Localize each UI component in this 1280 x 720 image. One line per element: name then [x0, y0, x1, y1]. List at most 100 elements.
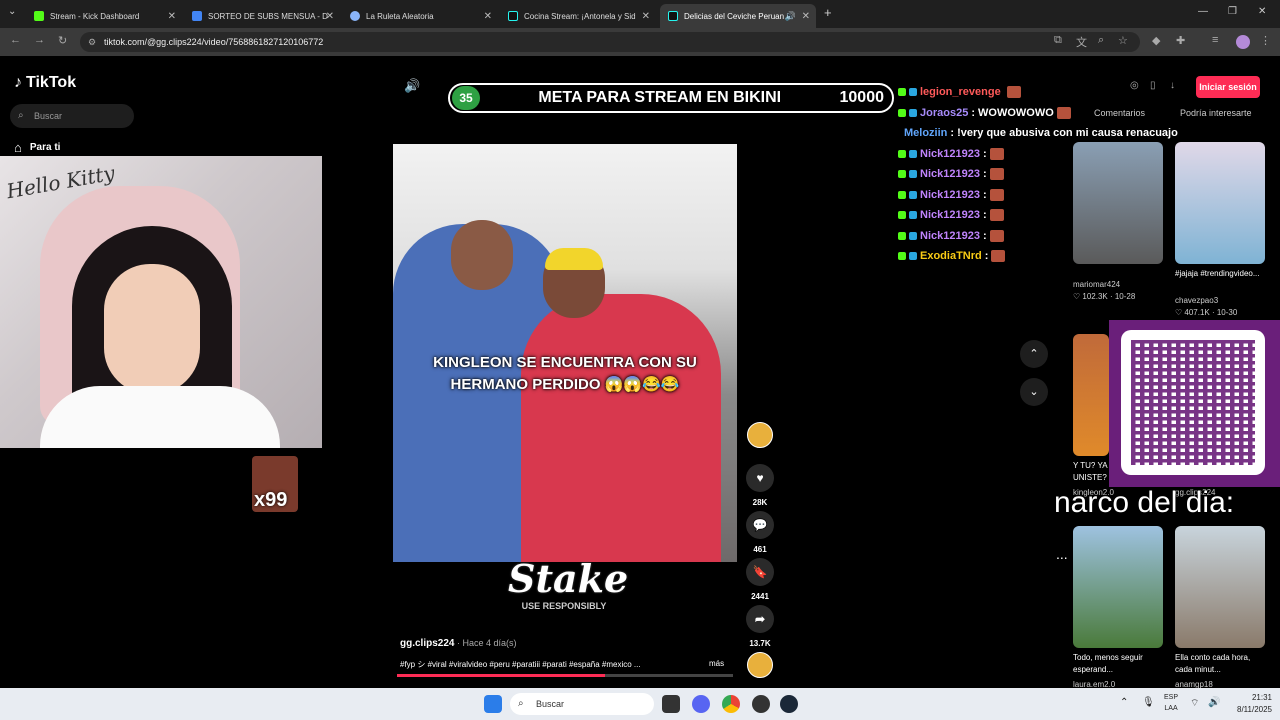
new-tab-button[interactable]: +: [824, 5, 832, 20]
author-avatar[interactable]: [747, 422, 773, 448]
address-toolbar: ← → ↻ ⚙ tiktok.com/@gg.clips224/video/75…: [0, 28, 1280, 56]
kick-badge-icon: [898, 149, 906, 158]
chat-username: ExodiaTNrd: [920, 250, 982, 263]
suggested-caption[interactable]: #jajaja #trendingvideo...: [1175, 268, 1265, 280]
mic-icon[interactable]: 🎙: [1142, 697, 1155, 708]
nav-para-ti[interactable]: ⌂ Para ti: [14, 140, 60, 155]
wifi-icon[interactable]: ⌔: [1190, 697, 1199, 710]
sub-badge-icon: [909, 170, 917, 179]
forward-icon[interactable]: →: [34, 34, 45, 46]
speaker-icon[interactable]: 🔊: [785, 11, 796, 22]
sub-badge-icon: [909, 211, 917, 220]
zoom-icon[interactable]: ⌕: [1098, 34, 1104, 47]
minimize-icon[interactable]: —: [1198, 6, 1208, 17]
close-tab-icon[interactable]: ✕: [326, 11, 334, 22]
chat-message: Nick121923:: [898, 226, 1088, 247]
next-video-button[interactable]: ⌄: [1020, 378, 1048, 406]
suggested-thumb[interactable]: [1175, 142, 1265, 264]
suggested-user[interactable]: mariomar424: [1073, 280, 1120, 289]
suggested-thumb[interactable]: [1073, 334, 1109, 456]
volume-tray-icon[interactable]: 🔊: [1208, 697, 1220, 708]
task-view-icon[interactable]: [662, 695, 680, 713]
close-tab-icon[interactable]: ✕: [802, 11, 810, 22]
back-icon[interactable]: ←: [10, 34, 21, 46]
more-button[interactable]: más: [709, 659, 724, 668]
install-icon[interactable]: ⧉: [1054, 34, 1062, 47]
suggested-caption[interactable]: Y TU? YA UNISTE?: [1073, 460, 1113, 484]
video-tags[interactable]: #fyp シ #viral #viralvideo #peru #paratii…: [400, 659, 720, 670]
suggested-thumb[interactable]: [1073, 526, 1163, 648]
tray-chevron-icon[interactable]: ⌃: [1120, 697, 1128, 708]
download-icon[interactable]: ↓: [1170, 80, 1175, 91]
tab-comments[interactable]: Comentarios: [1094, 108, 1145, 118]
comment-button[interactable]: 💬 461: [746, 511, 774, 554]
share-button[interactable]: ➦ 13.7K: [746, 605, 774, 648]
url-field[interactable]: ⚙ tiktok.com/@gg.clips224/video/75688618…: [80, 32, 1140, 52]
extension-icon[interactable]: ◆: [1152, 34, 1160, 47]
video-caption: KINGLEON SE ENCUENTRA CON SU HERMANO PER…: [433, 354, 697, 393]
music-disc[interactable]: [747, 652, 773, 678]
author-link[interactable]: gg.clips224: [400, 638, 454, 649]
stake-tagline: USE RESPONSIBLY: [521, 601, 607, 611]
upload-icon[interactable]: ▯: [1150, 80, 1156, 91]
yape-qr-overlay: [1109, 320, 1280, 487]
translate-icon[interactable]: 文: [1076, 34, 1087, 50]
close-tab-icon[interactable]: ✕: [642, 11, 650, 22]
globe-icon: [350, 11, 360, 21]
browser-tab-cocina[interactable]: Cocina Stream: ¡Antonela y Sid ✕: [500, 4, 656, 28]
browser-tab-ceviche[interactable]: Delicias del Ceviche Peruan 🔊 ✕: [660, 4, 816, 28]
menu-icon[interactable]: ⋮: [1260, 34, 1271, 47]
emote-icon: [989, 229, 1004, 242]
close-tab-icon[interactable]: ✕: [484, 11, 492, 22]
video-meta: gg.clips224 · Hace 4 día(s): [400, 638, 517, 649]
site-info-icon[interactable]: ⚙: [88, 32, 96, 52]
chat-message: Nick121923:: [898, 205, 1088, 226]
taskbar-search[interactable]: ⌕ Buscar: [510, 693, 654, 715]
chat-message: Nick121923:: [898, 164, 1088, 185]
chrome-icon[interactable]: [722, 695, 740, 713]
discord-icon[interactable]: [692, 695, 710, 713]
tab-interest[interactable]: Podría interesarte: [1180, 108, 1252, 118]
language-indicator[interactable]: ESP LAA: [1164, 692, 1178, 714]
close-window-icon[interactable]: ✕: [1258, 6, 1266, 17]
suggested-user[interactable]: chavezpao3: [1175, 296, 1218, 305]
video-player[interactable]: KINGLEON SE ENCUENTRA CON SU HERMANO PER…: [393, 144, 737, 562]
chat-message: Meloziin: !very que abusiva con mi causa…: [898, 123, 1178, 144]
comment-icon: 💬: [746, 511, 774, 539]
reload-icon[interactable]: ↻: [58, 34, 67, 47]
coin-icon[interactable]: ◎: [1130, 80, 1139, 91]
suggested-caption[interactable]: Todo, menos seguir esperand...: [1073, 652, 1163, 676]
windows-start-icon[interactable]: [484, 695, 502, 713]
suggested-thumb[interactable]: [1175, 526, 1265, 648]
kick-badge-icon: [898, 170, 906, 179]
obs-icon[interactable]: [752, 695, 770, 713]
steam-icon[interactable]: [780, 695, 798, 713]
suggested-thumb[interactable]: [1073, 142, 1163, 264]
kick-badge-icon: [898, 211, 906, 220]
profile-avatar[interactable]: [1236, 35, 1250, 49]
browser-tab-sorteo[interactable]: SORTEO DE SUBS MENSUA - D ✕: [184, 4, 340, 28]
tab-list-icon[interactable]: ⌄: [8, 6, 16, 17]
bookmark-star-icon[interactable]: ☆: [1118, 34, 1128, 47]
suggested-caption[interactable]: Ella conto cada hora, cada minut...: [1175, 652, 1265, 676]
system-clock[interactable]: 21:31 8/11/2025: [1237, 692, 1272, 716]
maximize-icon[interactable]: ❐: [1228, 6, 1237, 17]
prev-video-button[interactable]: ⌃: [1020, 340, 1048, 368]
qr-code: [1121, 330, 1265, 475]
search-input[interactable]: ⌕ Buscar: [10, 104, 134, 128]
tiktok-icon: [508, 11, 518, 21]
login-button[interactable]: Iniciar sesión: [1196, 76, 1260, 98]
sticker-count: x99: [254, 489, 288, 511]
like-button[interactable]: ♥ 28K: [746, 464, 774, 507]
media-icon[interactable]: ≡: [1212, 34, 1218, 46]
video-progress-bar[interactable]: [397, 674, 733, 677]
tab-label: SORTEO DE SUBS MENSUA - D: [208, 11, 328, 21]
browser-tab-ruleta[interactable]: La Ruleta Aleatoria ✕: [342, 4, 498, 28]
save-button[interactable]: 🔖 2441: [746, 558, 774, 601]
browser-tab-kick[interactable]: Stream - Kick Dashboard ✕: [26, 4, 182, 28]
volume-icon[interactable]: 🔊: [404, 78, 420, 94]
tiktok-logo[interactable]: ♪ TikTok: [14, 74, 76, 92]
close-tab-icon[interactable]: ✕: [168, 11, 176, 22]
puzzle-icon[interactable]: ✚: [1176, 34, 1185, 47]
tiktok-page: ♪ TikTok ⌕ Buscar ⌂ Para ti Hello Kitty …: [0, 56, 1280, 689]
